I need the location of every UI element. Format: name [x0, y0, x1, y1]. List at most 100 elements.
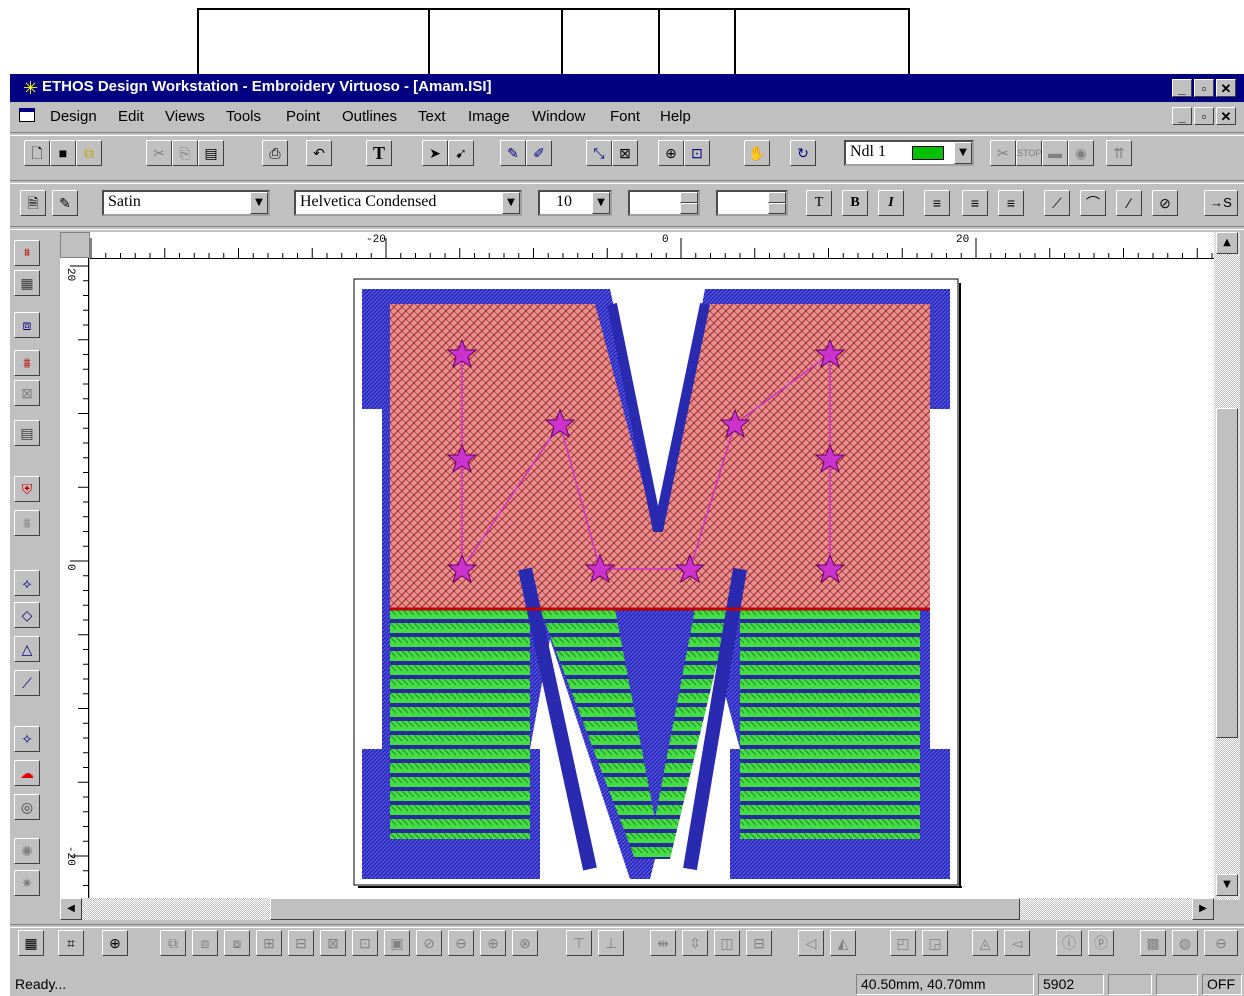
scroll-left-icon[interactable]: ◀ [60, 898, 82, 920]
print-icon[interactable]: ⎙ [262, 140, 288, 166]
center-icon[interactable]: ⊕ [102, 930, 128, 956]
properties-icon[interactable]: ⓟ [1088, 930, 1114, 956]
sort-icon[interactable]: ⊡ [352, 930, 378, 956]
resequence-icon[interactable]: ⊠ [320, 930, 346, 956]
pan-hand-icon[interactable]: ✋ [744, 140, 770, 166]
align-bottom-icon[interactable]: ⊥ [598, 930, 624, 956]
applique-icon[interactable]: ⩩ [14, 350, 40, 376]
zoom-fit-icon[interactable]: ⊡ [684, 140, 710, 166]
baseline-line-icon[interactable]: ⟋ [1044, 190, 1070, 216]
text-tool-icon[interactable]: T [366, 140, 392, 166]
group-icon[interactable]: ⧉ [160, 930, 186, 956]
complex-fill-icon[interactable]: ⧈ [14, 312, 40, 338]
spool-icon[interactable]: ◉ [1068, 140, 1094, 166]
align-right-icon[interactable]: ≡ [998, 190, 1024, 216]
star-tool-icon[interactable]: ✷ [14, 870, 40, 896]
undo-icon[interactable]: ↶ [306, 140, 332, 166]
restore-button[interactable]: ▫ [1194, 79, 1214, 97]
chevron-down-icon[interactable]: ▼ [502, 192, 520, 214]
paste-icon[interactable]: ▤ [198, 140, 224, 166]
scroll-right-icon[interactable]: ▶ [1192, 898, 1214, 920]
menu-edit[interactable]: Edit [118, 108, 144, 125]
polygon-icon[interactable]: △ [14, 636, 40, 662]
point-select-icon[interactable]: ➹ [448, 140, 474, 166]
doc-restore-button[interactable]: ▫ [1194, 107, 1214, 125]
width-spinner[interactable] [628, 190, 700, 216]
close-button[interactable]: ✕ [1216, 79, 1236, 97]
distribute-h-icon[interactable]: ⇹ [650, 930, 676, 956]
sequence-icon[interactable]: ⊟ [288, 930, 314, 956]
reshape-icon[interactable]: ⟡ [14, 570, 40, 596]
menu-tools[interactable]: Tools [226, 108, 261, 125]
design-canvas[interactable] [90, 259, 1214, 898]
same-width-icon[interactable]: ◫ [714, 930, 740, 956]
scroll-up-icon[interactable]: ▲ [1216, 232, 1238, 254]
spin-up-icon[interactable] [680, 192, 698, 203]
trim-icon[interactable]: ✂ [990, 140, 1016, 166]
ethos-app-icon[interactable]: ✳ [23, 79, 41, 97]
bold-button[interactable]: B [842, 190, 868, 216]
needle-select[interactable]: Ndl 1 ▼ [844, 140, 974, 166]
minimize-button[interactable]: _ [1172, 79, 1192, 97]
menu-design[interactable]: Design [50, 108, 97, 125]
new-file-icon[interactable]: 🗋 [24, 140, 50, 166]
spin-down-icon[interactable] [768, 203, 786, 214]
zoom-in-icon[interactable]: ⊕ [658, 140, 684, 166]
info-icon[interactable]: ⓘ [1056, 930, 1082, 956]
stitch-type-select[interactable]: Satin ▼ [102, 190, 270, 216]
baseline-arc-icon[interactable]: ⌒ [1080, 190, 1106, 216]
menu-point[interactable]: Point [286, 108, 320, 125]
flip-left-icon[interactable]: ◁ [798, 930, 824, 956]
chevron-down-icon[interactable]: ▼ [250, 192, 268, 214]
new-object-icon[interactable]: 🗎 [20, 190, 46, 216]
column-icon[interactable]: ⩩ [14, 510, 40, 536]
edit-object-icon[interactable]: ✎ [52, 190, 78, 216]
line-tool-icon[interactable]: ⟋ [14, 670, 40, 696]
machine-icon[interactable]: ▬ [1042, 140, 1068, 166]
break-icon[interactable]: ⊞ [256, 930, 282, 956]
zoom-box-icon[interactable]: ⊠ [612, 140, 638, 166]
align-center-icon[interactable]: ≡ [962, 190, 988, 216]
chevron-down-icon[interactable]: ▼ [954, 142, 972, 164]
align-left-icon[interactable]: ≡ [924, 190, 950, 216]
menu-image[interactable]: Image [468, 108, 510, 125]
spin-down-icon[interactable] [680, 203, 698, 214]
baseline-circle-icon[interactable]: ⊘ [1152, 190, 1178, 216]
apply-text-button[interactable]: →S [1204, 190, 1238, 216]
document-icon[interactable] [19, 108, 35, 122]
height-spinner[interactable] [716, 190, 788, 216]
doc-minimize-button[interactable]: _ [1172, 107, 1192, 125]
menu-text[interactable]: Text [418, 108, 446, 125]
rotate-icon[interactable]: ◰ [890, 930, 916, 956]
scroll-down-icon[interactable]: ▼ [1216, 874, 1238, 896]
redraw-icon[interactable]: ↻ [790, 140, 816, 166]
zoom-tool-icon[interactable]: ⤡ [586, 140, 612, 166]
bobbin-icon[interactable]: ◎ [14, 794, 40, 820]
font-name-select[interactable]: Helvetica Condensed ▼ [294, 190, 522, 216]
same-height-icon[interactable]: ⊟ [746, 930, 772, 956]
horizontal-scrollbar[interactable]: ◀ ▶ [60, 898, 1214, 920]
vertical-scroll-thumb[interactable] [1216, 408, 1238, 738]
font-size-select[interactable]: 10 ▼ [538, 190, 612, 216]
stop-icon[interactable]: STOP [1016, 140, 1042, 166]
horizontal-scroll-thumb[interactable] [270, 898, 1020, 920]
menu-outlines[interactable]: Outlines [342, 108, 397, 125]
italic-button[interactable]: I [878, 190, 904, 216]
grid-icon[interactable]: ▦ [18, 930, 44, 956]
vertical-scrollbar[interactable]: ▲ ▼ [1214, 232, 1240, 900]
array-icon[interactable]: ⊕ [480, 930, 506, 956]
sparkle-stitch-icon[interactable]: ✧ [14, 726, 40, 752]
split-icon[interactable]: ⊘ [416, 930, 442, 956]
perspective-icon[interactable]: ◬ [972, 930, 998, 956]
align-top-icon[interactable]: ⊤ [566, 930, 592, 956]
menu-views[interactable]: Views [165, 108, 205, 125]
globe-icon[interactable]: ◍ [1172, 930, 1198, 956]
menu-help[interactable]: Help [660, 108, 691, 125]
lettering-icon[interactable]: ▤ [14, 420, 40, 446]
merge-icon[interactable]: ▣ [384, 930, 410, 956]
shield-icon[interactable]: ⛨ [14, 476, 40, 502]
fill-stitch-icon[interactable]: ▦ [14, 270, 40, 296]
fabric-icon[interactable]: ▩ [1140, 930, 1166, 956]
distribute-v-icon[interactable]: ⇳ [682, 930, 708, 956]
needle-tool-icon[interactable]: ✎ [500, 140, 526, 166]
